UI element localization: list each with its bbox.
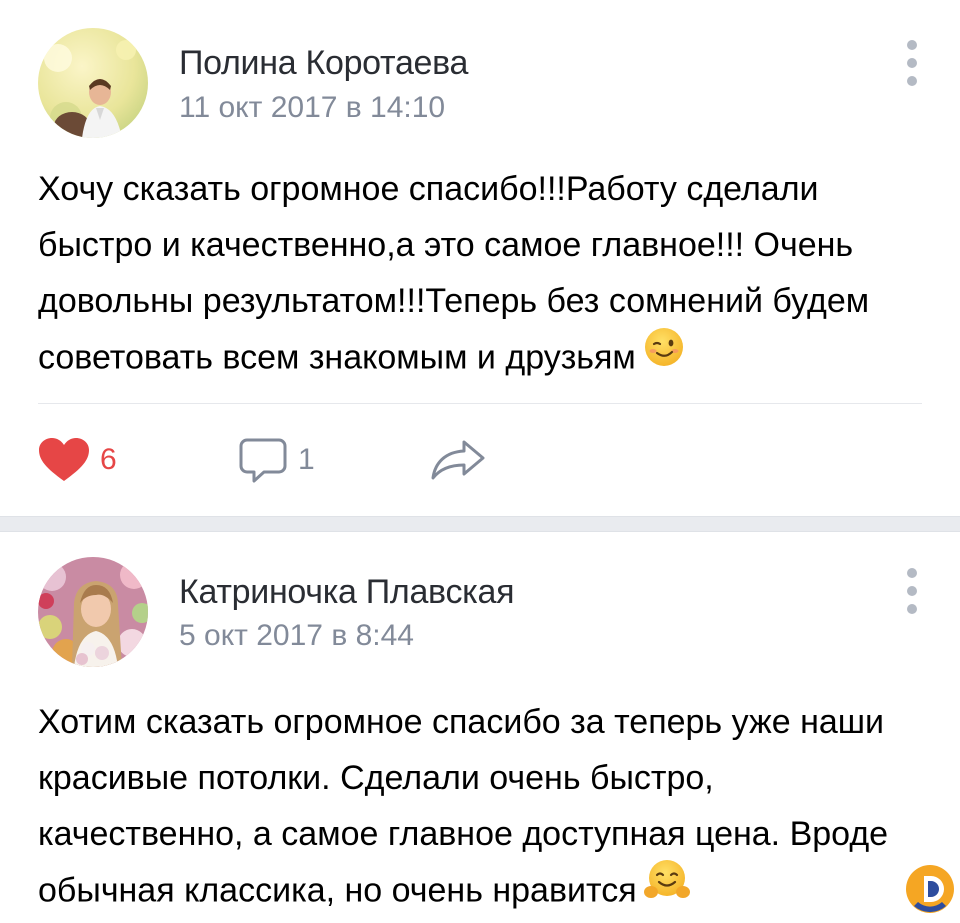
- post-actions: 6 1: [38, 432, 538, 488]
- author-avatar[interactable]: [38, 28, 148, 138]
- more-vertical-icon[interactable]: [904, 40, 920, 86]
- author-name[interactable]: Полина Коротаева: [179, 44, 468, 83]
- app-logo: [904, 862, 956, 916]
- comment-icon: [239, 438, 287, 483]
- more-vertical-icon[interactable]: [904, 568, 920, 614]
- post-1: Полина Коротаева 11 окт 2017 в 14:10 Хоч…: [0, 0, 960, 516]
- author-avatar[interactable]: [38, 557, 148, 667]
- post-text-content: Хочу сказать огромное спасибо!!!Работу с…: [38, 170, 870, 377]
- share-button[interactable]: [430, 432, 486, 488]
- author-name[interactable]: Катриночка Плавская: [179, 573, 514, 612]
- avatar-image: [38, 28, 148, 138]
- comment-button[interactable]: 1: [238, 432, 315, 488]
- heart-icon: [39, 438, 89, 481]
- post-2: Катриночка Плавская 5 окт 2017 в 8:44 Хо…: [0, 532, 960, 922]
- winking-face-icon: [642, 325, 686, 386]
- post-text-content: Хотим сказать огромное спасибо за теперь…: [38, 703, 889, 910]
- hugging-face-icon: [643, 858, 691, 919]
- comment-count: 1: [298, 443, 315, 476]
- avatar-image: [38, 557, 148, 667]
- share-icon: [431, 440, 485, 480]
- like-button[interactable]: 6: [38, 432, 117, 488]
- feed-separator: [0, 516, 960, 532]
- post-date[interactable]: 11 окт 2017 в 14:10: [179, 91, 445, 125]
- post-text: Хочу сказать огромное спасибо!!!Работу с…: [38, 161, 928, 390]
- like-count: 6: [100, 443, 117, 476]
- post-divider: [38, 403, 922, 404]
- post-date[interactable]: 5 окт 2017 в 8:44: [179, 619, 414, 653]
- post-text: Хотим сказать огромное спасибо за теперь…: [38, 694, 928, 923]
